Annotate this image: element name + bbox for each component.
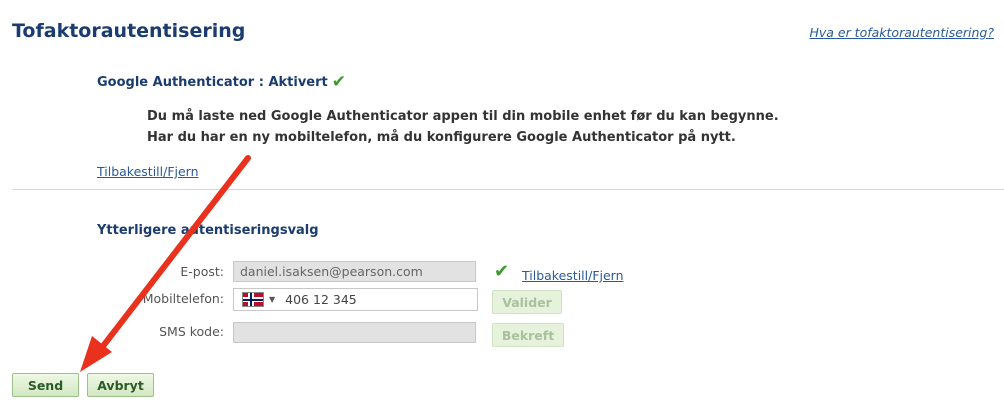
phone-field: ▼	[233, 288, 478, 311]
google-authenticator-status: Google Authenticator : Aktivert	[97, 75, 328, 90]
section-divider	[12, 189, 1004, 190]
email-label: E-post:	[180, 264, 224, 279]
caret-down-icon: ▼	[269, 295, 276, 304]
norway-flag-icon	[242, 292, 264, 307]
check-icon: ✔	[494, 261, 510, 282]
google-authenticator-reset-link[interactable]: Tilbakestill/Fjern	[97, 164, 199, 179]
country-selector[interactable]: ▼	[234, 289, 281, 310]
validate-button[interactable]: Valider	[492, 290, 562, 314]
sms-label: SMS kode:	[159, 324, 224, 339]
info-text-line2: Har du har en ny mobiltelefon, må du kon…	[147, 130, 736, 145]
page-title: Tofaktorautentisering	[12, 20, 246, 42]
send-button[interactable]: Send	[12, 373, 79, 397]
confirm-button[interactable]: Bekreft	[492, 323, 564, 347]
cancel-button[interactable]: Avbryt	[87, 373, 154, 397]
phone-label: Mobiltelefon:	[142, 291, 224, 306]
info-text-line1: Du må laste ned Google Authenticator app…	[147, 109, 779, 124]
google-authenticator-heading: Google Authenticator : Aktivert ✔	[97, 74, 346, 91]
phone-input[interactable]	[281, 292, 440, 307]
email-reset-link[interactable]: Tilbakestill/Fjern	[522, 268, 624, 283]
check-icon: ✔	[331, 72, 346, 92]
email-field	[233, 261, 476, 282]
sms-code-field[interactable]	[233, 322, 476, 343]
extra-auth-heading: Ytterligere autentiseringsvalg	[97, 223, 319, 238]
help-link[interactable]: Hva er tofaktorautentisering?	[809, 25, 994, 40]
